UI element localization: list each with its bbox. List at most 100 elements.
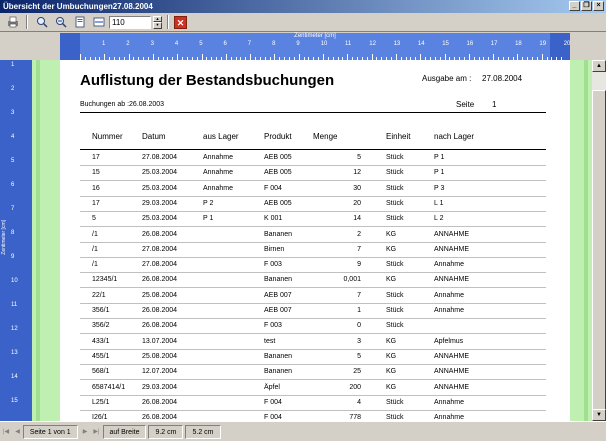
ruler-number: 5 [11,158,15,164]
zoom-in-icon[interactable] [33,14,50,30]
page-margin-left [32,60,60,421]
table-cell: KG [386,230,397,238]
table-cell: Bananen [264,276,293,284]
table-cell: /1 [92,230,98,238]
table-cell: Stück [386,184,404,192]
next-page-icon[interactable]: ▶ [80,428,91,435]
table-cell: 6587414/1 [92,383,126,391]
table-cell: Annahme [203,154,233,161]
table-cell: Stück [386,291,404,299]
zoom-input[interactable]: 110 [109,15,151,29]
table-cell: KG [386,352,397,360]
ruler-number: 8 [272,41,276,47]
table-cell: Stück [386,169,404,177]
zoom-out-icon[interactable] [52,14,69,30]
window-titlebar[interactable]: Übersicht der Umbuchungen27.08.2004 _ ❐ … [0,0,606,13]
table-cell: KG [386,337,397,345]
table-cell: Bananen [264,230,293,238]
table-row: 17 27.08.2004 Annahme AEB 005 5 Stück P 1 [60,150,570,166]
table-cell: 0,001 [343,276,361,284]
table-cell: Stück [386,215,404,223]
close-preview-button[interactable]: ✕ [174,15,187,29]
first-page-icon[interactable]: |◀ [0,428,12,435]
table-cell: Stück [386,322,404,330]
divider [80,112,546,113]
table-cell: 17 [92,154,100,161]
ruler-number: 12 [11,326,18,332]
table-cell: ANNAHME [434,245,470,253]
column-header: Menge [313,132,338,141]
table-cell: P 2 [203,199,214,207]
ruler-number: 7 [11,206,15,212]
table-cell: 27.08.2004 [142,261,178,269]
table-row: 356/1 26.08.2004 AEB 007 1 Stück Annahme [60,303,570,319]
table-cell: Birnen [264,245,285,253]
table-cell: 25.03.2004 [142,184,178,192]
table-cell: test [264,337,276,345]
page-label: Seite [456,100,475,109]
restore-button[interactable]: ❐ [581,1,592,11]
table-cell: Annahme [434,414,464,421]
scroll-down-icon[interactable]: ▼ [592,409,606,421]
scroll-thumb[interactable] [592,90,606,410]
column-header: Nummer [92,132,123,141]
table-cell: 25 [353,368,361,376]
table-cell: F 004 [264,184,282,192]
table-cell: 12345/1 [92,276,118,284]
ruler-number: 11 [345,41,352,47]
ruler-number: 4 [174,41,179,47]
minimize-button[interactable]: _ [569,1,580,11]
fit-width-icon[interactable] [90,14,107,30]
table-cell: Annahme [434,261,464,269]
ruler-number: 5 [199,41,203,47]
table-cell: Annahme [203,184,233,192]
prev-page-icon[interactable]: ◀ [12,428,23,435]
table-cell: 7 [357,291,361,299]
ruler-number: 1 [102,41,106,47]
close-window-button[interactable]: × [593,1,604,11]
table-cell: 26.08.2004 [142,322,178,330]
table-cell: 22/1 [92,291,106,299]
print-icon[interactable] [4,14,21,30]
table-cell: 9 [357,261,361,269]
table-cell: KG [386,383,397,391]
ruler-number: 15 [442,41,449,47]
ruler-number: 6 [223,41,227,47]
table-cell: Stück [386,154,404,161]
scroll-up-icon[interactable]: ▲ [592,60,606,72]
page-info: Seite 1 von 1 [22,424,78,439]
horizontal-ruler: Zentimeter [cm] 1 2 3 4 5 6 7 8 9 10 11 12 13 14 15 16 1… [60,33,570,60]
table-row: /1 27.08.2004 F 003 9 Stück Annahme [60,257,570,274]
toolbar: 110 ▲ ▼ ✕ [0,13,606,32]
table-cell: ANNAHME [434,368,470,376]
table-cell: Stück [386,261,404,269]
table-row: 433/1 13.07.2004 test 3 KG Apfelmus [60,334,570,350]
table-cell: 14 [353,215,361,223]
fit-page-icon[interactable] [71,14,88,30]
window-title: Übersicht der Umbuchungen27.08.2004 [3,2,153,11]
column-header: Einheit [386,132,411,141]
ruler-number: 13 [393,41,401,47]
ruler-number: 14 [417,41,425,47]
table-cell: P 3 [434,184,445,192]
zoom-stepper[interactable]: ▲ ▼ [153,15,162,29]
position-y: 5.2 cm [185,424,221,439]
table-cell: Apfelmus [434,337,464,345]
table-cell: 25.03.2004 [142,215,178,223]
vertical-scrollbar[interactable]: ▲ ▼ [592,60,606,421]
ruler-number: 19 [539,41,547,47]
ruler-number: 17 [490,41,498,47]
table-cell: Annahme [434,291,464,299]
last-page-icon[interactable]: ▶| [90,428,102,435]
table-cell: Bananen [264,368,293,376]
fit-mode[interactable]: auf Breite [102,424,147,439]
table-cell: 2 [357,230,361,238]
chevron-down-icon[interactable]: ▼ [153,22,162,29]
table-row: 12345/1 26.08.2004 Bananen 0,001 KG ANNAHME [60,272,570,289]
table-cell: 30 [353,184,361,192]
table-cell: P 1 [434,169,445,177]
ruler-number: 3 [11,110,15,116]
toolbar-separator [167,15,169,29]
table-cell: 29.03.2004 [142,199,178,207]
report-title: Auflistung der Bestandsbuchungen [80,72,335,89]
